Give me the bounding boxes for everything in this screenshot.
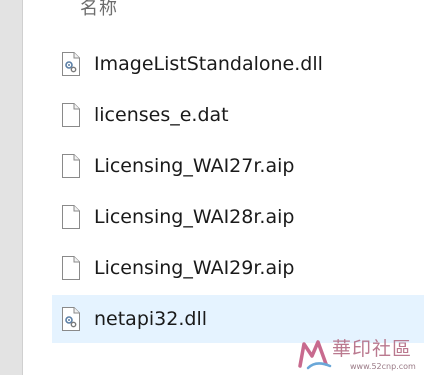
file-name: ImageListStandalone.dll	[94, 53, 323, 75]
file-name: Licensing_WAI28r.aip	[94, 206, 295, 228]
file-row[interactable]: Licensing_WAI27r.aip	[52, 142, 424, 190]
blank-file-icon	[62, 205, 80, 229]
watermark: 華印社區 www.52cnp.com	[296, 334, 424, 375]
watermark-logo-icon	[298, 340, 332, 370]
column-header-name[interactable]: 名称	[80, 0, 118, 20]
file-row[interactable]: ImageListStandalone.dll	[52, 40, 424, 88]
navigation-pane-edge	[0, 0, 22, 375]
blank-file-icon	[62, 256, 80, 280]
dll-file-icon	[62, 307, 80, 331]
file-name: Licensing_WAI29r.aip	[94, 257, 295, 279]
blank-file-icon	[62, 154, 80, 178]
file-explorer-view: 名称 ImageListStandalone.dll licenses_e.da…	[0, 0, 424, 375]
blank-file-icon	[62, 103, 80, 127]
watermark-url: www.52cnp.com	[350, 362, 416, 371]
file-row[interactable]: Licensing_WAI28r.aip	[52, 193, 424, 241]
file-list: ImageListStandalone.dll licenses_e.dat L…	[52, 40, 424, 346]
file-row[interactable]: licenses_e.dat	[52, 91, 424, 139]
dll-file-icon	[62, 52, 80, 76]
watermark-text: 華印社區	[332, 338, 413, 360]
file-name: netapi32.dll	[94, 308, 207, 330]
file-name: licenses_e.dat	[94, 104, 229, 126]
pane-divider[interactable]	[22, 0, 23, 375]
file-row[interactable]: Licensing_WAI29r.aip	[52, 244, 424, 292]
file-name: Licensing_WAI27r.aip	[94, 155, 295, 177]
